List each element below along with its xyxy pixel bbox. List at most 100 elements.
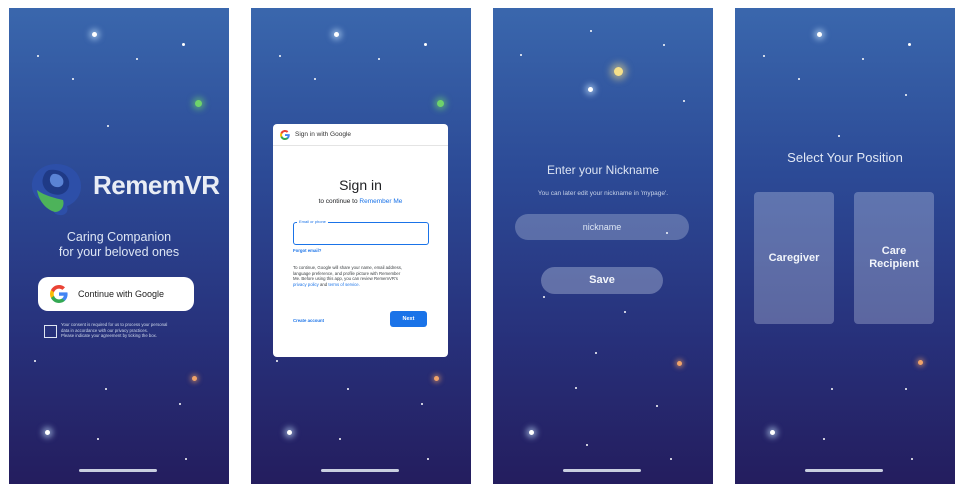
google-logo-icon [280,129,290,140]
star [437,100,444,107]
google-signin-screen: Sign in with Google Sign in to continue … [251,8,471,484]
caregiver-label: Caregiver [768,251,820,264]
email-field[interactable] [293,222,429,245]
dialog-header: Sign in with Google [273,124,448,146]
star [334,32,339,37]
star [663,44,665,46]
app-logo-text: RememVR [93,170,220,200]
nickname-input[interactable]: nickname [515,214,689,240]
star [34,360,36,362]
star [624,311,626,313]
star [179,403,181,405]
next-button[interactable]: Next [390,311,427,327]
star [911,458,913,460]
star [677,361,682,366]
star [770,430,775,435]
nickname-screen: Enter your Nickname You can later edit y… [493,8,713,484]
star [424,43,427,46]
terms-of-service-link[interactable]: terms of service. [328,282,360,287]
forgot-email-link[interactable]: Forgot email? [293,248,321,253]
star [670,458,672,460]
star [185,458,187,460]
tagline-line: for your beloved ones [58,245,180,259]
star [45,430,50,435]
care-recipient-option[interactable]: Care Recipient [854,192,934,324]
signin-info-text: To continue, Google will share your name… [293,265,433,287]
home-indicator [563,469,641,472]
star [798,78,800,80]
star [588,87,593,92]
star [520,54,522,56]
star [590,30,592,32]
dialog-header-title: Sign in with Google [295,131,352,138]
star [586,444,588,446]
home-indicator [79,469,157,472]
subtitle-prefix: to continue to [318,198,358,205]
star [427,458,429,460]
caregiver-option[interactable]: Caregiver [754,192,834,324]
consent-checkbox[interactable] [44,325,57,338]
star [831,388,833,390]
star [347,388,349,390]
position-screen: Select Your Position Caregiver Care Reci… [735,8,955,484]
star [614,67,623,76]
privacy-policy-link[interactable]: privacy policy [293,282,319,287]
star [918,360,923,365]
signin-subtitle: to continue to Remember Me [273,198,448,205]
star [823,438,825,440]
tagline-line: Caring Companion [66,230,172,244]
login-screen: RememVR Caring Companion for your belove… [9,8,229,484]
star [905,94,907,96]
star [683,100,685,102]
star [575,387,577,389]
home-indicator [321,469,399,472]
google-signin-dialog: Sign in with Google Sign in to continue … [273,124,448,357]
brain-logo-icon [31,164,82,216]
star [838,135,840,137]
create-account-link[interactable]: Create account [293,318,324,323]
star [105,388,107,390]
star [37,55,39,57]
consent-line: Please indicate your agreement by tickin… [61,333,158,339]
star [421,403,423,405]
save-button[interactable]: Save [541,267,663,294]
google-logo-icon [50,285,68,303]
app-name-link[interactable]: Remember Me [359,198,402,205]
star [287,430,292,435]
star [276,360,278,362]
star [279,55,281,57]
google-button-label: Continue with Google [78,289,165,299]
star [905,388,907,390]
info-line: privacy policy and terms of service. [293,282,433,288]
star [595,352,597,354]
info-and: and [320,281,328,287]
star [656,405,658,407]
care-recipient-line: Recipient [869,258,919,270]
star [817,32,822,37]
care-recipient-line: Care [881,245,907,257]
star [908,43,911,46]
star [195,100,202,107]
position-title: Select Your Position [787,150,903,165]
star [72,78,74,80]
star [136,58,138,60]
signin-title: Sign in [339,177,382,193]
star [434,376,439,381]
care-recipient-label: Care Recipient [869,245,919,271]
star [92,32,97,37]
star [97,438,99,440]
star [543,296,545,298]
nickname-subtitle: You can later edit your nickname in 'myp… [537,190,669,197]
home-indicator [805,469,883,472]
consent-text: Your consent is required for us to proce… [61,322,211,339]
star [107,125,109,127]
continue-with-google-button[interactable]: Continue with Google [38,277,194,311]
tagline: Caring Companion for your beloved ones [9,230,229,260]
star [339,438,341,440]
email-field-label: Email or phone [297,219,328,224]
star [862,58,864,60]
star [763,55,765,57]
star [192,376,197,381]
nickname-title: Enter your Nickname [546,163,660,177]
star [182,43,185,46]
